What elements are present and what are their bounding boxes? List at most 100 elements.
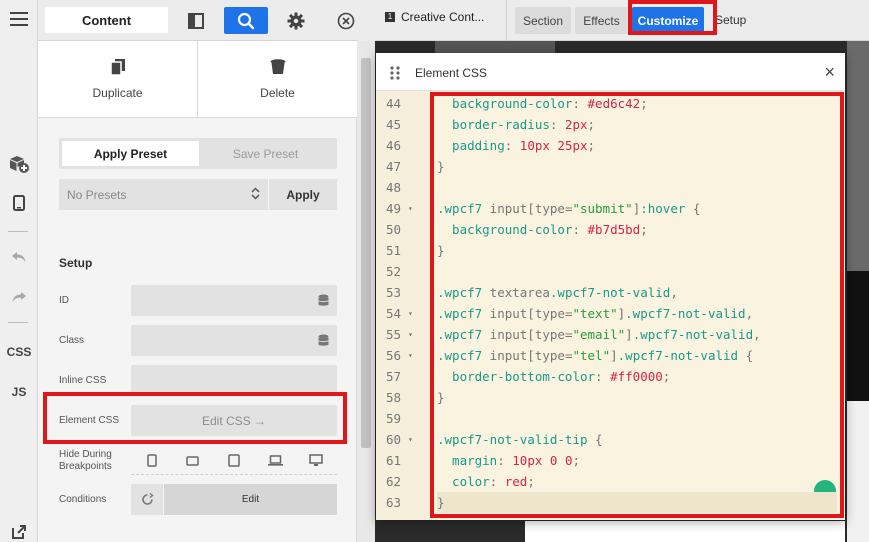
desktop-icon[interactable] xyxy=(305,452,327,470)
database-icon[interactable] xyxy=(318,334,329,352)
mobile-device-icon[interactable] xyxy=(0,192,38,214)
code-line[interactable]: .wpcf7-not-valid-tip { xyxy=(437,429,837,450)
js-button[interactable]: JS xyxy=(0,383,38,401)
laptop-icon[interactable] xyxy=(264,452,286,470)
duplicate-button[interactable]: Duplicate xyxy=(38,41,197,117)
element-css-modal: Element CSS × 44 background-color: #ed6c… xyxy=(376,53,845,520)
id-input[interactable] xyxy=(131,285,337,316)
code-token: #b7d5bd xyxy=(587,222,641,237)
fold-arrow-icon[interactable]: ▾ xyxy=(408,303,413,324)
code-line[interactable]: .wpcf7 input[type="text"].wpcf7-not-vali… xyxy=(437,303,837,324)
tablet-icon[interactable] xyxy=(223,452,245,470)
line-number: 51 xyxy=(376,240,434,261)
undo-icon[interactable] xyxy=(0,247,38,267)
preset-select[interactable]: No Presets xyxy=(59,179,268,210)
line-number-text: 56 xyxy=(385,348,401,363)
code-token: 2px xyxy=(564,117,588,132)
code-token: .wpcf7-not-valid xyxy=(625,306,746,321)
line-number-text: 55 xyxy=(385,327,401,342)
phone-landscape-icon[interactable] xyxy=(182,452,204,470)
panel-scrollbar-thumb[interactable] xyxy=(361,58,371,448)
code-line[interactable]: background-color: #ed6c42; xyxy=(437,93,837,114)
code-token: input[type= xyxy=(482,201,573,216)
line-number: 54 ▾ xyxy=(376,303,434,324)
code-token: 10px 25px xyxy=(519,138,588,153)
code-line[interactable]: .wpcf7 input[type="email"].wpcf7-not-val… xyxy=(437,324,837,345)
code-token: .wpcf7-not-valid xyxy=(617,348,739,363)
code-line[interactable]: .wpcf7 input[type="tel"].wpcf7-not-valid… xyxy=(437,345,837,366)
code-token: "email" xyxy=(572,327,626,342)
fold-arrow-icon[interactable]: ▾ xyxy=(408,429,413,450)
redo-icon[interactable] xyxy=(0,287,38,307)
code-line[interactable] xyxy=(437,177,837,198)
trash-icon xyxy=(270,58,286,78)
code-token: background-color xyxy=(437,222,573,237)
code-line[interactable]: } xyxy=(437,387,837,408)
close-icon[interactable]: × xyxy=(824,63,835,81)
database-icon[interactable] xyxy=(318,294,329,312)
add-element-icon[interactable] xyxy=(0,150,38,178)
fold-arrow-icon[interactable]: ▾ xyxy=(408,345,413,366)
code-line[interactable]: .wpcf7 input[type="submit"]:hover { xyxy=(437,198,837,219)
content-tab[interactable]: Content xyxy=(45,7,168,33)
creative-content-tab[interactable]: 1 Creative Cont... xyxy=(385,10,484,24)
fold-arrow-icon[interactable]: ▾ xyxy=(408,198,413,219)
external-link-icon[interactable] xyxy=(0,522,38,542)
phone-portrait-icon[interactable] xyxy=(141,452,163,470)
line-number-text: 57 xyxy=(385,369,401,384)
class-input[interactable] xyxy=(131,325,337,356)
drag-handle-icon[interactable] xyxy=(390,66,400,85)
css-code-editor[interactable]: 44 background-color: #ed6c42; 45 border-r… xyxy=(376,91,845,520)
creative-content-label: Creative Cont... xyxy=(401,10,485,24)
tab-effects[interactable]: Effects xyxy=(575,7,628,34)
code-line[interactable]: margin: 10px 0 0; xyxy=(437,450,837,471)
line-number: 56 ▾ xyxy=(376,345,434,366)
line-number: 63 xyxy=(376,492,434,513)
gear-icon[interactable] xyxy=(281,7,311,34)
duplicate-label: Duplicate xyxy=(92,85,143,100)
fold-arrow-icon[interactable]: ▾ xyxy=(408,324,413,345)
conditions-icon[interactable] xyxy=(131,484,163,515)
code-line[interactable]: background-color: #b7d5bd; xyxy=(437,219,837,240)
rail-divider xyxy=(8,322,28,323)
tab-section[interactable]: Section xyxy=(515,7,571,34)
line-number: 50 xyxy=(376,219,434,240)
line-number-text: 48 xyxy=(385,180,401,195)
delete-button[interactable]: Delete xyxy=(198,41,357,117)
css-button[interactable]: CSS xyxy=(0,343,38,361)
code-line[interactable]: padding: 10px 25px; xyxy=(437,135,837,156)
code-token: } xyxy=(437,159,445,174)
close-circle-icon[interactable] xyxy=(331,7,361,34)
code-line[interactable] xyxy=(437,408,837,429)
save-preset-tab[interactable]: Save Preset xyxy=(197,141,334,166)
code-token: ; xyxy=(527,474,535,489)
layout-toggle-icon[interactable] xyxy=(181,7,211,34)
code-token: } xyxy=(437,495,445,510)
line-number: 53 xyxy=(376,282,434,303)
apply-preset-tab[interactable]: Apply Preset xyxy=(62,141,199,166)
code-line[interactable]: } xyxy=(437,156,837,177)
code-line[interactable]: border-radius: 2px; xyxy=(437,114,837,135)
code-token: "text" xyxy=(572,306,618,321)
search-icon[interactable] xyxy=(224,7,268,34)
tab-customize[interactable]: Customize xyxy=(632,7,704,34)
apply-button[interactable]: Apply xyxy=(269,179,337,210)
line-number-text: 60 xyxy=(385,432,401,447)
inline-css-input[interactable] xyxy=(131,365,337,395)
code-token: .wpcf7 xyxy=(437,306,483,321)
code-line[interactable]: .wpcf7 textarea.wpcf7-not-valid, xyxy=(437,282,837,303)
edit-css-button[interactable]: Edit CSS → xyxy=(131,405,337,436)
code-token: "submit" xyxy=(572,201,633,216)
line-number-text: 45 xyxy=(385,117,401,132)
code-line[interactable]: } xyxy=(437,240,837,261)
code-line[interactable] xyxy=(437,261,837,282)
code-line[interactable]: border-bottom-color: #ff0000; xyxy=(437,366,837,387)
code-line[interactable]: } xyxy=(437,492,837,513)
code-line[interactable]: color: red; xyxy=(437,471,837,492)
code-token: input[type= xyxy=(482,327,573,342)
code-token: input[type= xyxy=(482,306,573,321)
hamburger-menu-icon[interactable] xyxy=(0,8,38,30)
conditions-edit-button[interactable]: Edit xyxy=(164,484,337,515)
line-number: 62 xyxy=(376,471,434,492)
tab-setup[interactable]: Setup xyxy=(715,13,746,27)
